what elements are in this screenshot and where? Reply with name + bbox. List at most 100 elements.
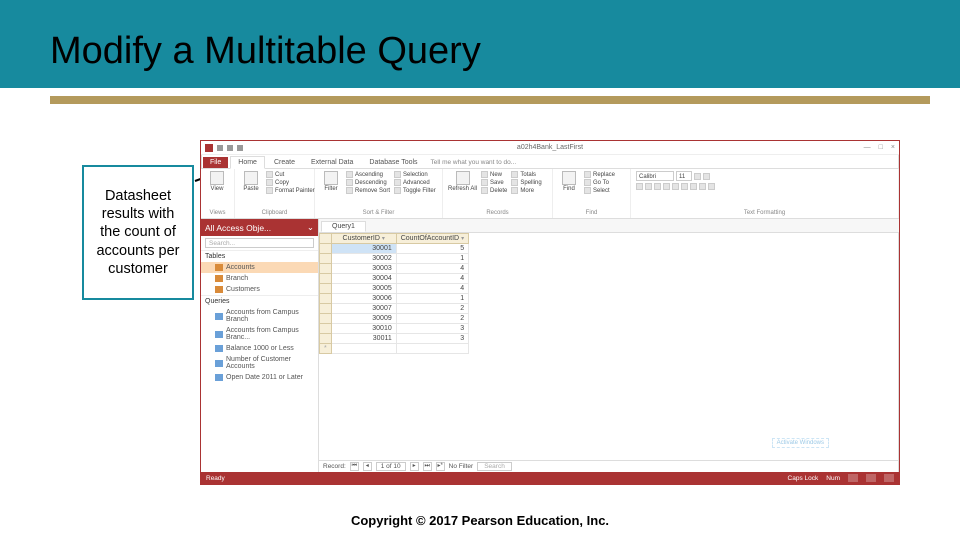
grow-font-icon[interactable] (694, 173, 701, 180)
table-row[interactable]: 300061 (320, 294, 469, 304)
underline-icon[interactable] (654, 183, 661, 190)
fill-color-icon[interactable] (672, 183, 679, 190)
nav-item-branch[interactable]: Branch (201, 273, 318, 284)
font-select[interactable]: Calibri (636, 171, 674, 181)
italic-icon[interactable] (645, 183, 652, 190)
new-button[interactable]: New (481, 171, 507, 178)
minimize-button[interactable]: — (864, 144, 871, 151)
cut-button[interactable]: Cut (266, 171, 315, 178)
nav-item-q1[interactable]: Accounts from Campus Branch (201, 307, 318, 325)
view-icon (210, 171, 224, 185)
view-sql-icon[interactable] (866, 474, 876, 482)
align-center-icon[interactable] (690, 183, 697, 190)
qat-redo-icon[interactable] (237, 145, 243, 151)
qat-save-icon[interactable] (217, 145, 223, 151)
group-label-clipboard: Clipboard (240, 210, 309, 216)
tab-external-data[interactable]: External Data (304, 157, 360, 168)
qat-undo-icon[interactable] (227, 145, 233, 151)
table-row[interactable]: 300015 (320, 244, 469, 254)
nav-item-q4[interactable]: Number of Customer Accounts (201, 354, 318, 372)
maximize-button[interactable]: □ (879, 144, 883, 151)
table-row[interactable]: 300054 (320, 284, 469, 294)
nav-cat-tables[interactable]: Tables (201, 250, 318, 262)
goto-button[interactable]: Go To (584, 179, 615, 186)
tell-me[interactable]: Tell me what you want to do... (427, 157, 521, 168)
recnav-position[interactable]: 1 of 10 (376, 462, 406, 471)
align-right-icon[interactable] (699, 183, 706, 190)
query-icon (215, 374, 223, 381)
col-countofaccountid[interactable]: CountOfAccountID▾ (396, 234, 468, 244)
format-painter-button[interactable]: Format Painter (266, 187, 315, 194)
delete-button[interactable]: Delete (481, 187, 507, 194)
navigation-pane: All Access Obje... ⌄ Search... Tables Ac… (201, 219, 319, 472)
advanced-button[interactable]: Advanced (394, 179, 436, 186)
toggle-filter-button[interactable]: Toggle Filter (394, 187, 436, 194)
totals-button[interactable]: Totals (511, 171, 541, 178)
window-buttons: — □ × (864, 144, 895, 151)
gridlines-icon[interactable] (708, 183, 715, 190)
copy-button[interactable]: Copy (266, 179, 315, 186)
callout-text: Datasheet results with the count of acco… (90, 187, 186, 278)
table-row[interactable]: 300103 (320, 324, 469, 334)
nav-item-q2[interactable]: Accounts from Campus Branc... (201, 325, 318, 343)
view-button[interactable]: View (206, 171, 228, 192)
recnav-last[interactable]: ⏭ (423, 462, 432, 471)
size-select[interactable]: 11 (676, 171, 692, 181)
tab-file[interactable]: File (203, 157, 228, 168)
recnav-first[interactable]: ⏮ (350, 462, 359, 471)
table-row[interactable]: 300113 (320, 334, 469, 344)
tab-create[interactable]: Create (267, 157, 302, 168)
row-selector-header[interactable] (320, 234, 332, 244)
paste-button[interactable]: Paste (240, 171, 262, 192)
nav-item-accounts[interactable]: Accounts (201, 262, 318, 273)
datasheet[interactable]: CustomerID▾ CountOfAccountID▾ 300015 300… (319, 233, 899, 460)
align-left-icon[interactable] (681, 183, 688, 190)
shrink-font-icon[interactable] (703, 173, 710, 180)
recnav-search[interactable]: Search (477, 462, 512, 471)
font-color-icon[interactable] (663, 183, 670, 190)
recnav-prev[interactable]: ◂ (363, 462, 372, 471)
tab-query1[interactable]: Query1 (321, 221, 366, 232)
search-input[interactable]: Search... (205, 238, 314, 248)
nav-item-q5[interactable]: Open Date 2011 or Later (201, 372, 318, 383)
table-icon (215, 264, 223, 271)
more-button[interactable]: More (511, 187, 541, 194)
sort-asc-button[interactable]: Ascending (346, 171, 390, 178)
spelling-button[interactable]: Spelling (511, 179, 541, 186)
select-button[interactable]: Select (584, 187, 615, 194)
find-button[interactable]: Find (558, 171, 580, 192)
recnav-next[interactable]: ▸ (410, 462, 419, 471)
table-row[interactable]: 300072 (320, 304, 469, 314)
refresh-button[interactable]: Refresh All (448, 171, 477, 192)
content-area: All Access Obje... ⌄ Search... Tables Ac… (201, 219, 899, 472)
save-button[interactable]: Save (481, 179, 507, 186)
new-row[interactable]: * (320, 344, 469, 354)
table-row[interactable]: 300092 (320, 314, 469, 324)
tab-home[interactable]: Home (230, 156, 265, 169)
view-design-icon[interactable] (884, 474, 894, 482)
close-button[interactable]: × (891, 144, 895, 151)
nav-item-q3[interactable]: Balance 1000 or Less (201, 343, 318, 354)
delete-icon (481, 187, 488, 194)
document-tabs: Query1 (319, 219, 899, 233)
sort-desc-button[interactable]: Descending (346, 179, 390, 186)
table-row[interactable]: 300021 (320, 254, 469, 264)
table-row[interactable]: 300034 (320, 264, 469, 274)
view-datasheet-icon[interactable] (848, 474, 858, 482)
replace-button[interactable]: Replace (584, 171, 615, 178)
nav-item-customers[interactable]: Customers (201, 284, 318, 295)
remove-sort-button[interactable]: Remove Sort (346, 187, 390, 194)
filter-button[interactable]: Filter (320, 171, 342, 192)
table-row[interactable]: 300044 (320, 274, 469, 284)
query-icon (215, 331, 223, 338)
nav-cat-queries[interactable]: Queries (201, 295, 318, 307)
more-icon (511, 187, 518, 194)
paste-icon (244, 171, 258, 185)
tab-database-tools[interactable]: Database Tools (362, 157, 424, 168)
ribbon-group-records: Refresh All New Save Delete Totals Spell… (443, 169, 553, 218)
nav-header[interactable]: All Access Obje... ⌄ (201, 219, 318, 236)
recnav-new[interactable]: ▸* (436, 462, 445, 471)
col-customerid[interactable]: CustomerID▾ (331, 234, 396, 244)
bold-icon[interactable] (636, 183, 643, 190)
selection-button[interactable]: Selection (394, 171, 436, 178)
